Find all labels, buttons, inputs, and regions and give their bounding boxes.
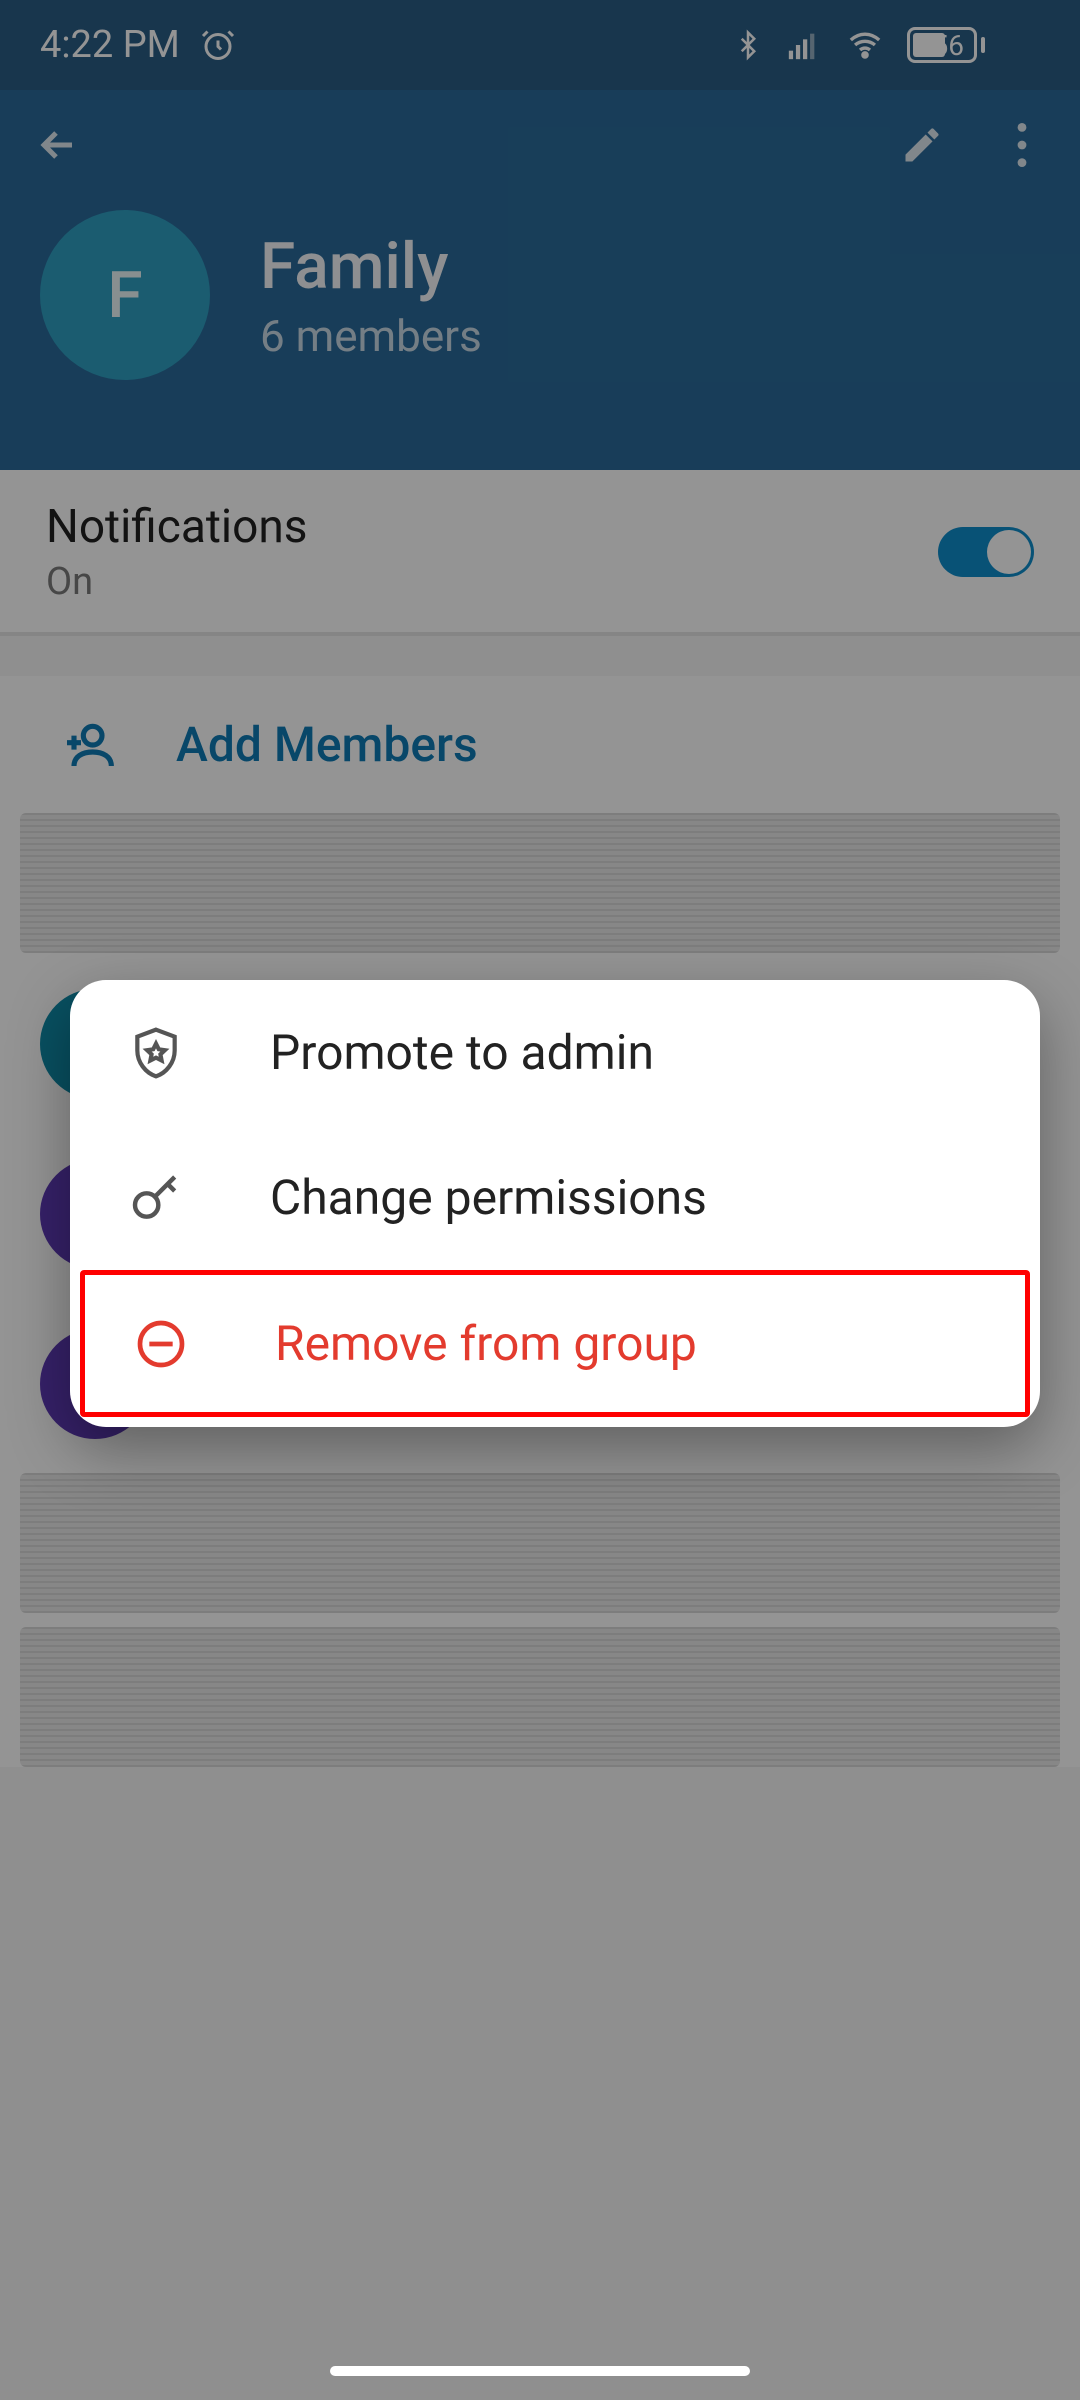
- status-time: 4:22 PM: [40, 23, 180, 67]
- notifications-row[interactable]: Notifications On: [0, 470, 1080, 636]
- menu-item-label: Change permissions: [270, 1169, 707, 1226]
- member-row-redacted: [20, 1473, 1060, 1613]
- add-user-icon: [60, 717, 116, 773]
- member-context-menu: Promote to admin Change permissions Remo…: [70, 980, 1040, 1427]
- menu-item-remove-from-group[interactable]: Remove from group: [85, 1275, 1025, 1412]
- menu-item-label: Promote to admin: [270, 1024, 654, 1081]
- member-row-redacted: [20, 813, 1060, 953]
- notifications-value: On: [46, 560, 308, 604]
- more-options-button[interactable]: [992, 115, 1052, 175]
- remove-circle-icon: [131, 1316, 191, 1372]
- wifi-icon: [843, 28, 887, 62]
- highlighted-action: Remove from group: [80, 1270, 1030, 1417]
- bluetooth-icon: [733, 26, 763, 64]
- notifications-toggle[interactable]: [938, 527, 1034, 577]
- edit-button[interactable]: [892, 115, 952, 175]
- menu-item-change-permissions[interactable]: Change permissions: [70, 1125, 1040, 1270]
- add-members-label: Add Members: [176, 716, 478, 773]
- avatar-letter: F: [107, 258, 142, 333]
- content-area: Notifications On Add Members: [0, 470, 1080, 2400]
- add-members-button[interactable]: Add Members: [0, 676, 1080, 813]
- home-indicator[interactable]: [330, 2366, 750, 2376]
- group-avatar[interactable]: F: [40, 210, 210, 380]
- screen: 4:22 PM 56: [0, 0, 1080, 2400]
- group-header: F Family 6 members: [0, 90, 1080, 470]
- group-title: Family: [260, 229, 482, 304]
- alarm-icon: [200, 27, 236, 63]
- shield-star-icon: [126, 1025, 186, 1081]
- notifications-label: Notifications: [46, 500, 308, 554]
- battery-percent: 56: [933, 29, 964, 62]
- back-button[interactable]: [28, 115, 88, 175]
- menu-item-label: Remove from group: [275, 1315, 697, 1372]
- signal-icon: [783, 28, 823, 62]
- key-icon: [126, 1170, 186, 1226]
- status-bar: 4:22 PM 56: [0, 0, 1080, 90]
- member-row-redacted: [20, 1627, 1060, 1767]
- group-subtitle: 6 members: [260, 310, 482, 362]
- menu-item-promote-admin[interactable]: Promote to admin: [70, 980, 1040, 1125]
